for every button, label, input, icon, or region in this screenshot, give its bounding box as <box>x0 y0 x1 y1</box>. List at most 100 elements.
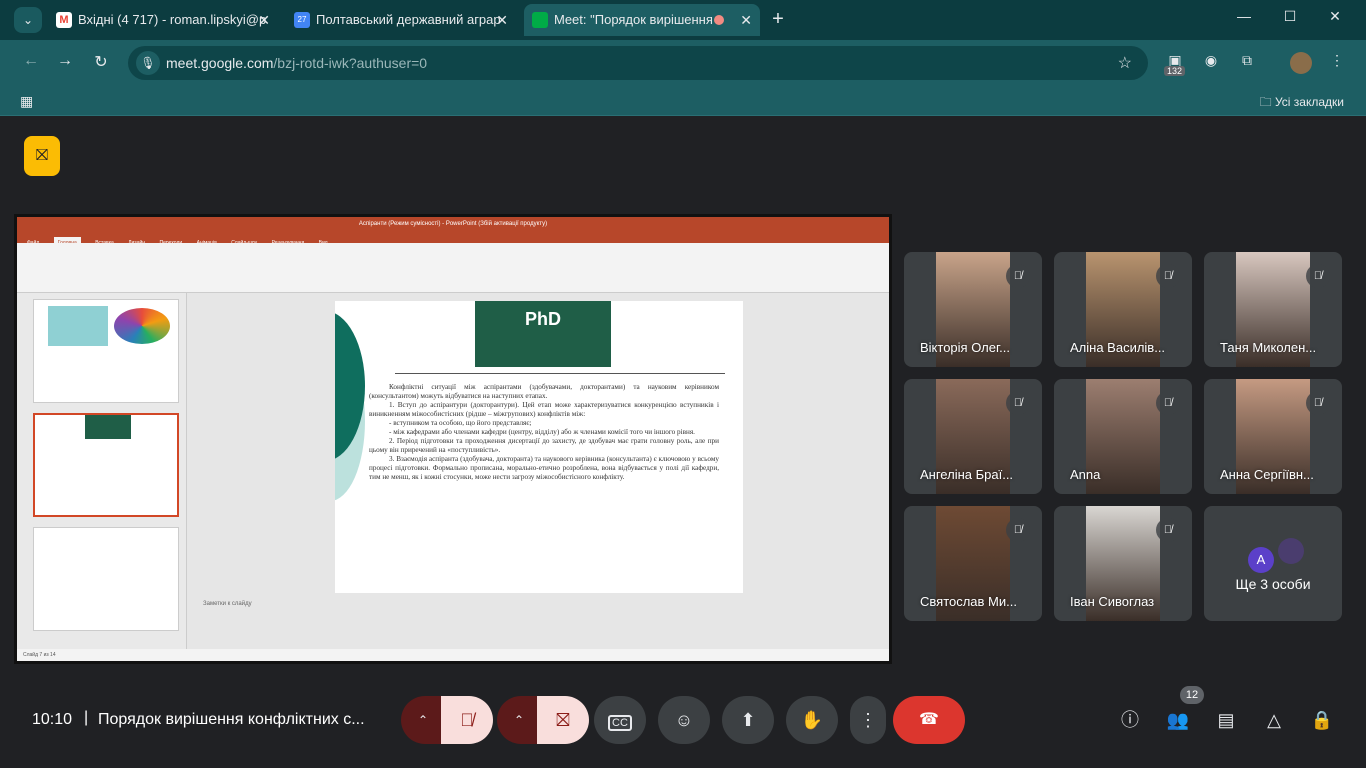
maximize-icon[interactable]: ☐ <box>1278 8 1302 25</box>
people-count-badge: 12 <box>1180 686 1204 704</box>
back-icon[interactable]: ← <box>20 52 42 70</box>
slide-paragraph: Конфліктні ситуації між аспірантами (здо… <box>369 383 719 400</box>
avatar-group: A <box>1248 538 1305 573</box>
tab-gmail[interactable]: M Вхідні (4 717) - roman.lipskyi@p ✕ <box>48 4 278 36</box>
calendar-icon: 27 <box>294 12 310 28</box>
participant-name: Аліна Василів... <box>1070 340 1166 355</box>
ppt-ribbon <box>17 243 889 293</box>
meet-stage: ⛝ Аспіранти (Режим сумісності) - PowerPo… <box>8 120 1358 760</box>
separator: | <box>84 709 89 726</box>
close-tab-icon[interactable]: ✕ <box>258 4 270 36</box>
reactions-button[interactable]: ☺ <box>658 696 710 744</box>
video-options-button[interactable]: ⌃ <box>497 696 541 744</box>
slide-paragraph: 1. Вступ до аспірантури (докторантури). … <box>369 401 719 418</box>
participant-tile[interactable]: 🎙̸ Аліна Василів... <box>1054 252 1192 367</box>
tab-title: Meet: "Порядок вирішення <box>554 12 713 27</box>
ppt-title-bar: Аспіранти (Режим сумісності) - PowerPoin… <box>17 217 889 231</box>
tab-university[interactable]: 27 Полтавський державний аграр ✕ <box>286 4 516 36</box>
mic-muted-icon: 🎙̸ <box>1306 391 1330 415</box>
participant-tile[interactable]: 🎙̸ Вікторія Олег... <box>904 252 1042 367</box>
leave-call-button[interactable]: ☎ <box>893 696 965 744</box>
audio-options-button[interactable]: ⌃ <box>401 696 445 744</box>
mic-muted-icon: 🎙̸ <box>1006 391 1030 415</box>
hand-icon: ✋ <box>800 710 824 730</box>
mic-off-button[interactable]: 🎙̸ <box>441 696 493 744</box>
slide-canvas: PhD Конфліктні ситуації між аспірантами … <box>335 301 743 593</box>
close-tab-icon[interactable]: ✕ <box>496 4 508 36</box>
slide-paragraph: - між кафедрами або членами кафедри (цен… <box>389 428 695 436</box>
new-tab-button[interactable]: + <box>768 8 788 30</box>
slide-thumbnail <box>33 299 179 403</box>
tab-meet[interactable]: Meet: "Порядок вирішення ✕ <box>524 4 760 36</box>
minimize-icon[interactable]: — <box>1232 8 1256 24</box>
closed-captions-icon: CC <box>608 715 632 731</box>
ppt-notes: Заметки к слайду <box>203 601 252 607</box>
all-bookmarks-label: Усі закладки <box>1274 95 1344 109</box>
participant-name: Anna <box>1070 467 1101 482</box>
participant-tile[interactable]: 🎙̸ Іван Сивоглаз <box>1054 506 1192 621</box>
meeting-controls: 10:10 | Порядок вирішення конфліктних с.… <box>8 686 1358 760</box>
participant-tile[interactable]: 🎙̸ Анна Сергіївн... <box>1204 379 1342 494</box>
participant-name: Таня Миколен... <box>1220 340 1317 355</box>
tab-title: Вхідні (4 717) - roman.lipskyi@p <box>78 12 267 27</box>
participant-tile[interactable]: 🎙̸ Святослав Ми... <box>904 506 1042 621</box>
recording-indicator-icon[interactable]: ⛝ <box>24 136 60 176</box>
reload-icon[interactable]: ↻ <box>90 52 112 72</box>
participant-tile[interactable]: 🎙̸ Ангеліна Браї... <box>904 379 1042 494</box>
participant-name: Вікторія Олег... <box>920 340 1010 355</box>
camera-off-icon: ⛝ <box>556 710 570 730</box>
avatar: A <box>1248 547 1274 573</box>
more-options-button[interactable]: ⋮ <box>850 696 886 744</box>
captions-button[interactable]: CC <box>594 696 646 744</box>
camera-off-button[interactable]: ⛝ <box>537 696 589 744</box>
slide-thumbnail <box>33 527 179 631</box>
participant-tile[interactable]: 🎙̸ Anna <box>1054 379 1192 494</box>
present-screen-icon: ⬆ <box>740 710 756 730</box>
tab-title: Полтавський державний аграр <box>316 12 501 27</box>
participant-tile[interactable]: 🎙̸ Таня Миколен... <box>1204 252 1342 367</box>
emoji-icon: ☺ <box>674 710 694 730</box>
meeting-info-icon[interactable]: ⓘ <box>1117 707 1143 733</box>
microphone-icon[interactable]: 🎙 <box>136 51 160 75</box>
menu-dots-icon[interactable]: ⋮ <box>1326 52 1348 74</box>
activities-icon[interactable]: △ <box>1261 707 1287 733</box>
close-tab-icon[interactable]: ✕ <box>740 4 752 36</box>
mic-muted-icon: 🎙̸ <box>1156 264 1180 288</box>
close-window-icon[interactable]: ✕ <box>1323 8 1347 25</box>
slide-divider <box>395 373 725 374</box>
people-icon[interactable]: 👥 <box>1165 707 1191 733</box>
raise-hand-button[interactable]: ✋ <box>786 696 838 744</box>
apps-grid-icon[interactable]: ▦ <box>20 93 36 109</box>
forward-icon[interactable]: → <box>54 52 76 70</box>
host-controls-icon[interactable]: 🔒 <box>1309 707 1335 733</box>
gmail-icon: M <box>56 12 72 28</box>
chat-icon[interactable]: ▤ <box>1213 707 1239 733</box>
mic-muted-icon: 🎙̸ <box>1156 391 1180 415</box>
address-bar[interactable]: 🎙 meet.google.com/bzj-rotd-iwk?authuser=… <box>128 46 1148 80</box>
more-participants-label: Ще 3 особи <box>1235 576 1311 592</box>
tab-search-button[interactable]: ⌄ <box>14 7 42 33</box>
present-button[interactable]: ⬆ <box>722 696 774 744</box>
phd-image: PhD <box>475 301 611 367</box>
url-text[interactable]: meet.google.com/bzj-rotd-iwk?authuser=0 <box>166 55 427 71</box>
mic-muted-icon: 🎙̸ <box>1006 264 1030 288</box>
slide-thumbnail-selected <box>33 413 179 517</box>
hang-up-icon: ☎ <box>919 711 939 728</box>
browser-toolbar: ← → ↻ 🎙 meet.google.com/bzj-rotd-iwk?aut… <box>0 40 1366 86</box>
shared-screen: Аспіранти (Режим сумісності) - PowerPoin… <box>14 214 892 664</box>
slide-paragraph: 3. Взаємодія аспіранта (здобувача, докто… <box>369 455 719 481</box>
extensions-puzzle-icon[interactable]: ⧉ <box>1236 52 1258 74</box>
profile-avatar[interactable] <box>1290 52 1312 74</box>
participant-name: Анна Сергіївн... <box>1220 467 1314 482</box>
more-participants-tile[interactable]: A Ще 3 особи <box>1204 506 1342 621</box>
chrome-extension-icon[interactable]: ◉ <box>1200 52 1222 74</box>
tab-bar: ⌄ M Вхідні (4 717) - roman.lipskyi@p ✕ 2… <box>0 0 1366 40</box>
all-bookmarks[interactable]: 🗀 Усі закладки <box>1260 93 1344 114</box>
mic-muted-icon: 🎙̸ <box>1306 264 1330 288</box>
recording-dot-icon <box>714 15 724 25</box>
bookmark-star-icon[interactable]: ☆ <box>1118 53 1132 73</box>
url-host: meet.google.com <box>166 55 274 71</box>
ppt-workspace: PhD Конфліктні ситуації між аспірантами … <box>17 293 889 649</box>
participant-name: Ангеліна Браї... <box>920 467 1014 482</box>
avatar <box>1278 538 1305 564</box>
